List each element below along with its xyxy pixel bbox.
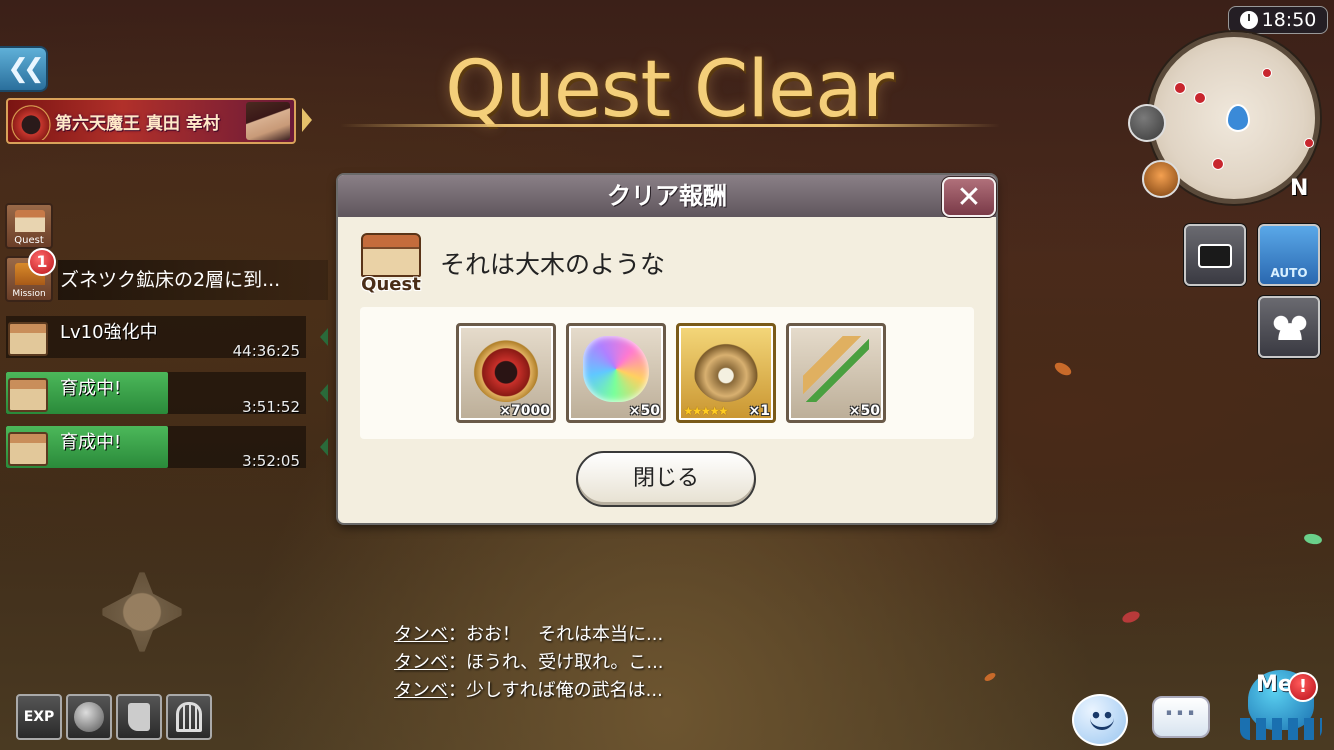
map-enemy-marker [1304,138,1314,148]
quest-shrine-icon: Quest [358,231,424,297]
event-banner[interactable]: 第六天魔王 真田 幸村 [6,98,296,144]
character-portrait [246,102,290,140]
chat-log-line: タンベ：少しすれば俺の武名は... [394,676,663,702]
rainbow-crystal-icon [583,336,649,402]
boot-icon [128,703,150,731]
reward-quantity: ×1 [748,403,770,419]
clock-icon [1239,11,1258,29]
chat-speaker[interactable]: タンベ [394,652,448,673]
me-button[interactable]: Me [1236,660,1326,746]
auto-label: AUTO [1270,266,1308,280]
double-chevron-left-icon: ❮❮ [7,54,44,84]
map-enemy-marker [1262,68,1272,78]
exp-button[interactable]: EXP [16,694,62,740]
clock-time: 18:50 [1261,9,1317,31]
quest-name: それは大木のような [440,250,666,279]
map-enemy-marker [1212,158,1224,170]
directional-pad[interactable] [96,566,188,658]
chevron-right-icon[interactable] [302,108,312,132]
chat-log-line: タンベ：ほうれ、受け取れ。こ... [394,648,664,674]
falling-leaf [1052,360,1074,378]
reward-quantity: ×50 [628,403,660,419]
chat-speaker[interactable]: タンベ [394,680,448,701]
cage-icon [176,702,202,732]
gold-orb-relic-icon [693,336,759,402]
close-x-icon: ✕ [956,179,982,215]
reward-quantity: ×7000 [499,403,550,419]
exp-label: EXP [23,709,55,725]
reward-quantity: ×50 [848,403,880,419]
rice-stalk-icon [803,336,869,402]
task-label: Lv10強化中 [60,322,158,343]
quest-menu-button[interactable]: Quest [5,203,53,249]
reward-rarity-stars: ★★★★★ [683,404,729,418]
mission-menu-label: Mission [12,289,46,299]
boot-button[interactable] [116,694,162,740]
falling-leaf [1303,532,1323,546]
reward-item[interactable]: ×50 [786,323,886,423]
back-button[interactable]: ❮❮ [0,46,48,92]
chat-button[interactable]: ··· [1152,696,1210,738]
shrine-icon [8,322,48,356]
compass-north: N [1290,176,1309,201]
cage-button[interactable] [166,694,212,740]
helmet-coin-icon [473,336,539,402]
task-row[interactable]: 育成中! 3:52:05 [6,426,328,470]
event-banner-title: 第六天魔王 真田 幸村 [55,113,220,134]
reward-item[interactable]: ×50 [566,323,666,423]
shrine-icon [8,432,48,466]
task-timer: 3:51:52 [242,398,300,416]
quest-icon-label: Quest [361,274,421,295]
party-members-icon [1272,314,1308,340]
map-toggle-button[interactable] [1128,104,1166,142]
chat-message: ：少しすれば俺の武名は... [448,680,663,701]
reward-list: ×7000 ×50 ★★★★★ ×1 ×50 [360,307,974,439]
map-enemy-marker [1174,82,1186,94]
task-label: 育成中! [60,432,122,453]
map-character-button[interactable] [1142,160,1180,198]
task-row[interactable]: Lv10強化中 44:36:25 [6,316,328,360]
chat-log-line: タンベ：おお！ それは本当に... [394,620,663,646]
dialog-title: クリア報酬 [338,175,996,217]
clear-reward-dialog: クリア報酬 ✕ Quest それは大木のような ×7000 ×50 ★★★★★ … [338,175,996,523]
shrine-icon [15,210,45,232]
task-timer: 44:36:25 [232,342,300,360]
mission-objective-text[interactable]: ズネツク鉱床の2層に到... [58,260,328,300]
video-camera-icon [1198,244,1232,268]
chat-message: ：ほうれ、受け取れ。こ... [448,652,664,673]
mission-notification-badge: 1 [28,248,56,276]
quest-menu-label: Quest [14,235,44,246]
falling-leaf [983,671,997,683]
orb-icon [74,702,104,732]
emote-button[interactable] [1072,694,1128,746]
camera-button[interactable] [1184,224,1246,286]
close-dialog-button[interactable]: 閉じる [576,451,756,507]
map-enemy-marker [1194,92,1206,104]
party-button[interactable] [1258,296,1320,358]
dialog-close-button[interactable]: ✕ [942,177,996,217]
chat-speaker[interactable]: タンベ [394,624,448,645]
task-timer: 3:52:05 [242,452,300,470]
player-location-pin [1224,104,1250,138]
orb-button[interactable] [66,694,112,740]
task-label: 育成中! [60,378,122,399]
shrine-icon [8,378,48,412]
reward-item[interactable]: ★★★★★ ×1 [676,323,776,423]
chat-message: ：おお！ それは本当に... [448,624,664,645]
falling-leaf [1120,609,1142,625]
clock-display: 18:50 [1228,6,1328,34]
task-row[interactable]: 育成中! 3:51:52 [6,372,328,416]
smiley-face-icon [1090,710,1114,730]
me-alert-badge: ! [1288,672,1318,702]
title-divider [340,124,1000,127]
reward-item[interactable]: ×7000 [456,323,556,423]
helmet-icon [11,102,51,140]
auto-battle-button[interactable]: AUTO [1258,224,1320,286]
